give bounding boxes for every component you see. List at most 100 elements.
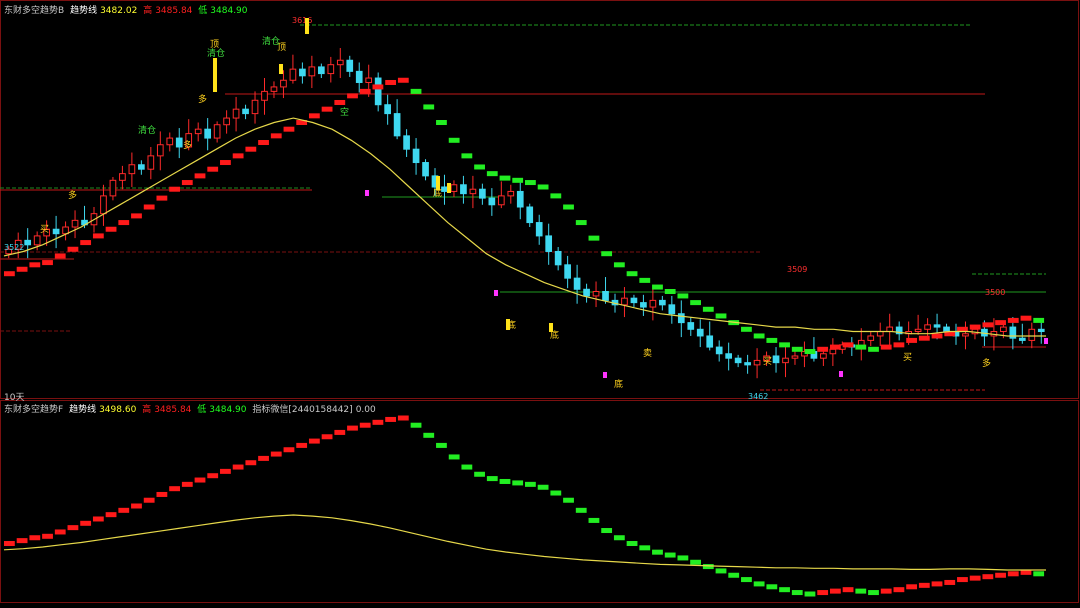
candle-body — [602, 290, 609, 301]
candle-body — [583, 288, 590, 297]
signal-label: 多 — [982, 357, 991, 369]
candle-body — [24, 239, 32, 246]
signal-label: 多 — [198, 93, 207, 105]
lower-trend-step — [143, 497, 155, 503]
lower-trend-step — [372, 419, 384, 425]
upper-indicator-name: 东财多空趋势B — [4, 6, 65, 16]
candle-body — [1028, 328, 1036, 341]
candle-body — [526, 206, 534, 224]
lower-trend-step — [537, 484, 549, 490]
lower-trend-step — [601, 528, 613, 534]
trend-step — [181, 180, 193, 186]
signal-label: 清仓 — [262, 35, 280, 47]
candle-body — [782, 357, 789, 364]
upper-trend-label: 趋势线 — [70, 6, 98, 16]
trend-step — [461, 153, 473, 159]
candle-body — [659, 299, 666, 306]
signal-label: 空 — [340, 106, 349, 118]
trend-step — [194, 173, 206, 179]
candle-body — [962, 333, 969, 337]
lower-trend-step — [613, 535, 625, 541]
candle-body — [223, 117, 230, 126]
trend-step — [397, 77, 409, 83]
trend-step — [385, 79, 397, 85]
lower-trend-step — [918, 582, 930, 588]
candle-body — [33, 235, 41, 246]
lower-trend-step — [334, 429, 346, 435]
lower-trend-step — [29, 535, 41, 541]
lower-trend-step — [474, 471, 485, 477]
trend-step — [918, 335, 930, 341]
trend-step — [29, 262, 41, 268]
trend-step — [156, 195, 168, 201]
lower-trend-step — [1033, 571, 1045, 577]
lower-panel-frame — [0, 400, 1079, 603]
candle-body — [677, 313, 685, 324]
candle-body — [772, 355, 780, 364]
trend-step — [550, 193, 562, 199]
lower-trend-step — [118, 507, 130, 513]
trend-step — [855, 344, 867, 350]
trend-step — [486, 171, 498, 177]
trend-step — [1007, 317, 1019, 323]
lower-trend-step — [741, 577, 752, 583]
lower-extra-label: 指标微信[2440158442] — [252, 405, 353, 415]
upper-indicator-header: 东财多空趋势B 趋势线 3482.02 高 3485.84 低 3484.90 — [4, 3, 251, 16]
candle-body — [649, 299, 657, 308]
trend-step — [804, 349, 816, 355]
lower-trend-step — [652, 549, 663, 555]
candle-body — [696, 328, 704, 337]
trend-step — [270, 133, 282, 139]
trend-step — [575, 220, 587, 226]
candle-body — [744, 362, 751, 366]
lower-extra-value: 0.00 — [355, 405, 376, 415]
candle-body — [100, 195, 107, 215]
lower-trend-step — [944, 579, 956, 585]
price-label: 3616 — [292, 16, 312, 25]
trend-step — [588, 235, 600, 241]
signal-bar — [436, 176, 440, 190]
signal-label: 卖 — [643, 348, 652, 359]
signal-label: 买 — [903, 352, 912, 363]
trend-step — [995, 320, 1006, 326]
trend-step — [1020, 315, 1032, 321]
trend-step — [169, 186, 180, 192]
lower-trend-value: 3498.60 — [99, 405, 137, 415]
upper-high-value: 3485.84 — [155, 6, 193, 16]
upper-low-value: 3484.90 — [210, 6, 248, 16]
trend-step — [207, 166, 219, 172]
candle-body — [242, 108, 249, 115]
candle-body — [109, 179, 117, 197]
candle-body — [374, 77, 382, 106]
trend-step — [359, 88, 371, 94]
lower-trend-step — [563, 497, 574, 503]
lower-trend-step — [486, 476, 498, 482]
signal-marker — [494, 290, 498, 296]
lower-trend-step — [550, 490, 562, 496]
lower-trend-step — [906, 584, 918, 590]
candle-body — [829, 348, 837, 355]
signal-bar — [447, 183, 451, 193]
trend-step — [779, 342, 790, 348]
lower-high-value: 3485.84 — [154, 405, 192, 415]
trend-step — [893, 342, 905, 348]
lower-trend-step — [423, 432, 435, 438]
trend-step — [741, 326, 752, 332]
lower-trend-step — [766, 584, 778, 590]
price-label: 3522 — [4, 243, 24, 252]
candle-body — [213, 124, 221, 139]
candle-body — [450, 184, 458, 192]
trend-step — [245, 146, 257, 152]
lower-trend-step — [258, 455, 269, 461]
trend-step — [118, 220, 130, 226]
trend-step — [677, 293, 689, 299]
candle-body — [479, 188, 486, 199]
trend-step — [639, 277, 651, 283]
candle-body — [687, 322, 695, 330]
lower-trend-step — [957, 577, 968, 583]
lower-trend-step — [359, 422, 371, 428]
lower-trend-step — [804, 591, 816, 597]
chart: 3522 3616 3509 3500 3462 多多多买顶清仓 清仓顶清仓空底底底底卖买买… — [0, 0, 1080, 604]
trend-step — [601, 251, 613, 257]
candle-body — [232, 108, 240, 119]
